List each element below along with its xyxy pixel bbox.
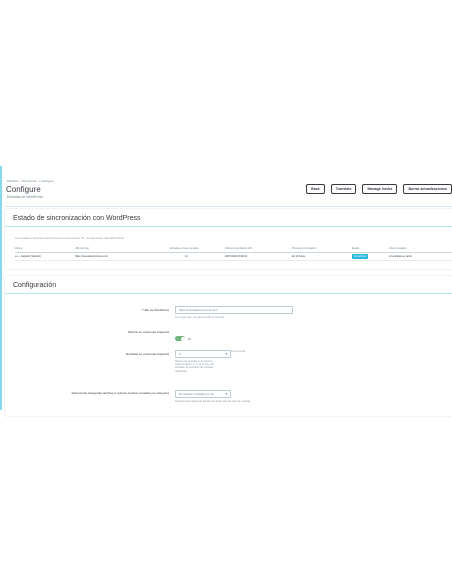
status-badge: Actualizado <box>352 253 369 259</box>
toolbar: Back Translate Manage hooks Borrar actua… <box>306 184 452 194</box>
config-card-title: Configuración <box>13 282 57 289</box>
sync-card-title: Estado de sincronización con WordPress <box>13 215 141 222</box>
config-card: Configuración * URL de WordPress https:/… <box>5 276 452 416</box>
card-divider <box>5 293 452 294</box>
left-accent-rail <box>0 166 2 410</box>
cell-last-check: 28/07/2024 23:06:04 <box>225 252 292 261</box>
breadcrumb-item-configure: Configure <box>40 179 54 183</box>
cell-count: 12 <box>170 252 225 261</box>
cell-url[interactable]: https://maresdecommerce.com <box>75 252 170 261</box>
toggle-label: Sí <box>188 336 191 341</box>
wp-url-label: * URL de WordPress <box>141 308 169 312</box>
wp-url-help: Si lo dejas vacío, se utiliza la URL de … <box>175 316 225 319</box>
select-value: 3 <box>179 352 181 356</box>
sync-status-card: Estado de sincronización con WordPress L… <box>5 209 452 269</box>
count-left-help: Número de entradas en la columna izquier… <box>175 360 215 373</box>
back-button[interactable]: Back <box>306 184 325 194</box>
reset-updates-button[interactable]: Borrar actualizaciones <box>403 184 452 194</box>
translate-button[interactable]: Translate <box>330 184 357 194</box>
page-subtitle: Entradas de WordPress <box>7 195 43 199</box>
select-value: No mostrar entradas por cat <box>179 392 214 396</box>
table-row: es — Español (Spanish) https://maresdeco… <box>15 252 452 261</box>
chevron-down-icon: ▾ <box>225 352 227 356</box>
show-left-toggle[interactable]: Sí <box>175 330 245 348</box>
toggle-switch[interactable] <box>175 336 185 342</box>
cell-next-check: En 23 horas <box>292 252 352 261</box>
wp-url-input[interactable]: https://maresdecommerce.com <box>175 306 293 314</box>
card-divider <box>5 226 452 227</box>
show-left-label: Mostrar en columnas izquierda <box>127 330 169 334</box>
breadcrumb-item-sync[interactable]: Sincronizar <box>22 179 37 183</box>
categories-label: Seleccionar categorías del blog si quier… <box>71 391 169 395</box>
categories-help: Selecciona las categorías del blog de do… <box>175 400 251 403</box>
breadcrumb-item-modules[interactable]: Módulos <box>7 179 18 183</box>
categories-control: No mostrar entradas por cat ▾ Selecciona… <box>175 390 251 403</box>
breadcrumb: Módulos / Sincronizar / Configure <box>7 179 54 183</box>
count-left-control: 3 ▾ Número de entradas en la columna izq… <box>175 350 231 373</box>
sync-note: Las entradas se sincronizan desde la fue… <box>15 237 125 240</box>
count-left-select[interactable]: 3 ▾ <box>175 350 231 358</box>
page-header: Módulos / Sincronizar / Configure Configur… <box>5 165 452 207</box>
header-divider <box>5 206 452 207</box>
manage-hooks-button[interactable]: Manage hooks <box>362 184 398 194</box>
page-title: Configure <box>6 185 41 194</box>
wp-url-control: https://maresdecommerce.com Si lo dejas … <box>175 306 293 319</box>
categories-select[interactable]: No mostrar entradas por cat ▾ <box>175 390 231 398</box>
chevron-down-icon: ▾ <box>225 392 227 396</box>
cell-result: 12 entradas en caché <box>389 252 452 261</box>
sync-table: Idioma URL del blog Entradas en base de … <box>15 246 452 261</box>
cell-language: es — Español (Spanish) <box>15 252 75 261</box>
cell-status: Actualizado <box>352 252 389 261</box>
count-left-label: Entradas en columnas izquierda <box>126 352 169 356</box>
